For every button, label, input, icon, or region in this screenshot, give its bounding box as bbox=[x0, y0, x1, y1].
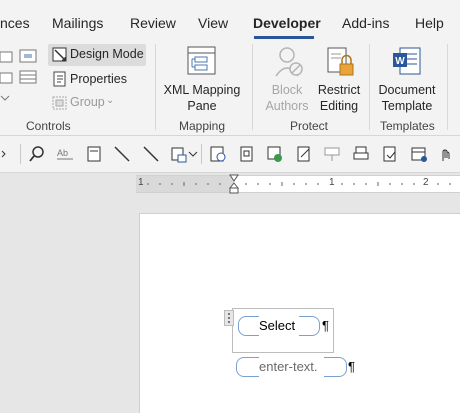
group-label: Group bbox=[70, 95, 105, 109]
chevron-down-icon: ⌄ bbox=[106, 95, 115, 106]
ruler-ticks bbox=[147, 182, 451, 186]
xml-mapping-label-1: XML Mapping bbox=[163, 83, 241, 97]
content-controls-icons[interactable] bbox=[0, 46, 40, 104]
design-mode-icon bbox=[52, 47, 67, 62]
protect-group-label: Protect bbox=[290, 119, 329, 133]
indent-marker-icon[interactable] bbox=[229, 174, 239, 194]
dropdown-value[interactable]: Select bbox=[259, 318, 295, 333]
tab-add-ins[interactable]: Add-ins bbox=[342, 15, 389, 31]
restrict-editing-label-2: Editing bbox=[319, 99, 359, 113]
print-icon[interactable] bbox=[352, 145, 370, 163]
document-template-label-1: Document bbox=[378, 83, 436, 97]
edit-document-icon[interactable] bbox=[295, 145, 313, 163]
tab-review[interactable]: Review bbox=[130, 15, 176, 31]
text-content-placeholder[interactable]: enter-text. bbox=[259, 359, 318, 374]
ribbon-tab-bar: nces Mailings Review View Developer Add-… bbox=[0, 0, 460, 41]
content-control-end-tag bbox=[299, 316, 320, 336]
design-mode-button[interactable]: Design Mode bbox=[48, 44, 146, 66]
tab-mailings[interactable]: Mailings bbox=[52, 15, 103, 31]
info-icon[interactable] bbox=[209, 145, 227, 163]
check-document-icon[interactable] bbox=[266, 145, 284, 163]
word-document-icon: W bbox=[393, 47, 421, 75]
restrict-editing-label-1: Restrict bbox=[317, 83, 361, 97]
block-authors-button[interactable]: Block Authors bbox=[258, 42, 316, 114]
page-edit-icon[interactable] bbox=[381, 145, 399, 163]
horizontal-ruler[interactable]: 1 1 2 bbox=[136, 174, 460, 194]
group-separator bbox=[369, 44, 370, 130]
field-icon[interactable] bbox=[238, 145, 256, 163]
restrict-editing-button[interactable]: Restrict Editing bbox=[316, 42, 362, 114]
content-control-start-tag bbox=[236, 357, 259, 377]
hand-icon[interactable] bbox=[438, 145, 456, 163]
paragraph-mark: ¶ bbox=[322, 318, 329, 333]
mapping-group-label: Mapping bbox=[179, 119, 226, 133]
xml-mapping-label-2: Pane bbox=[187, 99, 217, 113]
diagonal-line-icon[interactable] bbox=[142, 145, 160, 163]
drawing-toolbar: Ab bbox=[0, 136, 460, 173]
search-icon[interactable] bbox=[28, 145, 46, 163]
group-icon bbox=[52, 96, 67, 110]
group-separator bbox=[447, 44, 448, 130]
document-template-label-2: Template bbox=[381, 99, 433, 113]
form-field-icon[interactable] bbox=[170, 145, 188, 163]
text-field-icon[interactable]: Ab bbox=[56, 145, 74, 163]
content-control-handle[interactable] bbox=[224, 310, 234, 326]
properties-label: Properties bbox=[70, 72, 127, 86]
toolbar-separator bbox=[201, 144, 202, 164]
toolbar-separator bbox=[20, 144, 21, 164]
paragraph-mark: ¶ bbox=[348, 359, 355, 374]
easel-icon[interactable] bbox=[323, 145, 341, 163]
calendar-icon[interactable] bbox=[410, 145, 428, 163]
content-control-icon[interactable] bbox=[0, 145, 18, 163]
svg-text:W: W bbox=[395, 56, 405, 67]
properties-button[interactable]: Properties bbox=[48, 68, 146, 90]
word-window: nces Mailings Review View Developer Add-… bbox=[0, 0, 460, 413]
block-authors-icon bbox=[275, 47, 303, 77]
tab-help[interactable]: Help bbox=[415, 15, 444, 31]
block-authors-label-1: Block bbox=[271, 83, 303, 97]
xml-mapping-pane-button[interactable]: XML Mapping Pane bbox=[162, 42, 242, 114]
templates-group-label: Templates bbox=[380, 119, 435, 133]
drag-handle-icon bbox=[228, 313, 230, 323]
active-tab-indicator bbox=[254, 36, 314, 39]
properties-icon bbox=[53, 71, 66, 87]
block-authors-label-2: Authors bbox=[265, 99, 309, 113]
tab-references[interactable]: nces bbox=[0, 15, 30, 31]
xml-mapping-icon bbox=[187, 46, 216, 75]
tab-view[interactable]: View bbox=[198, 15, 228, 31]
chevron-down-icon[interactable] bbox=[188, 145, 206, 163]
ribbon-developer: Design Mode Properties Group ⌄ Controls … bbox=[0, 40, 460, 136]
restrict-editing-icon bbox=[327, 47, 354, 76]
design-mode-label: Design Mode bbox=[70, 47, 144, 61]
controls-group-label: Controls bbox=[26, 119, 71, 133]
svg-text:Ab: Ab bbox=[57, 148, 68, 158]
content-control-start-tag bbox=[238, 316, 259, 336]
document-icon[interactable] bbox=[85, 145, 103, 163]
group-separator bbox=[252, 44, 253, 130]
document-template-button[interactable]: W Document Template bbox=[374, 42, 440, 114]
line-icon[interactable] bbox=[113, 145, 131, 163]
group-separator bbox=[155, 44, 156, 130]
content-control-end-tag bbox=[324, 357, 347, 377]
tab-developer[interactable]: Developer bbox=[253, 15, 321, 31]
group-button[interactable]: Group ⌄ bbox=[48, 92, 146, 114]
